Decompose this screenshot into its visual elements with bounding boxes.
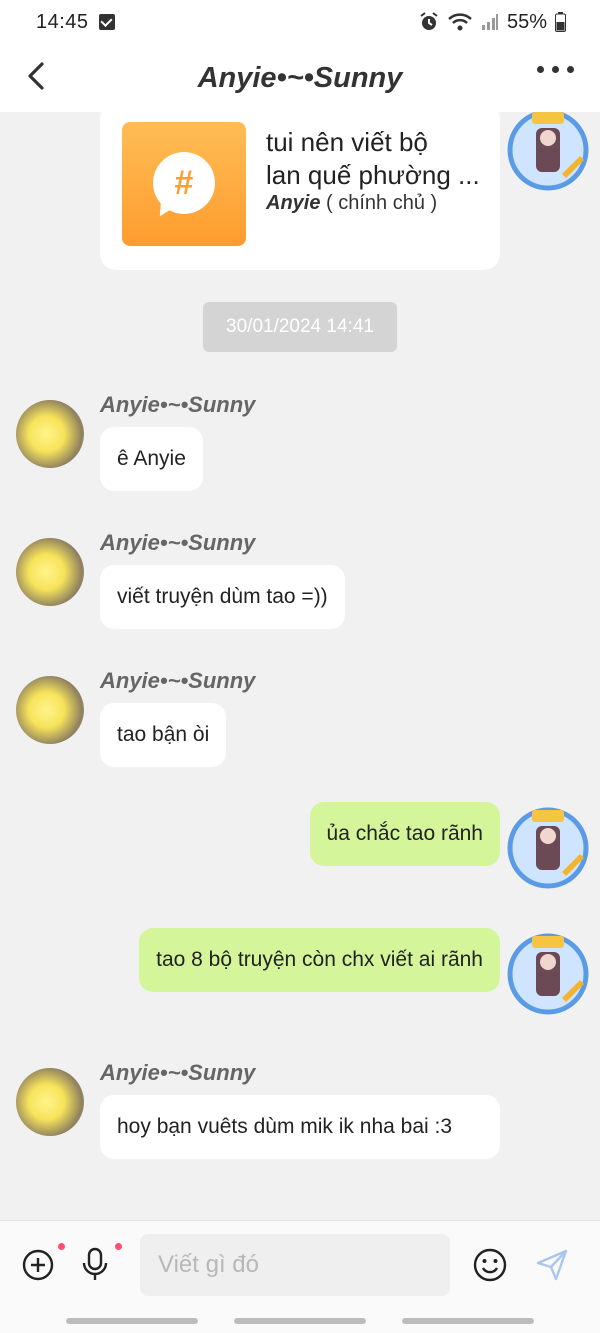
timestamp-divider: 30/01/2024 14:41 <box>203 302 397 352</box>
sender-name: Anyie•~•Sunny <box>100 530 256 555</box>
battery-icon <box>555 12 566 32</box>
hashtag-icon: # <box>153 152 215 214</box>
sender-name: Anyie•~•Sunny <box>100 1060 256 1085</box>
story-thumbnail: # <box>122 122 246 246</box>
sender-avatar[interactable] <box>16 676 84 744</box>
system-navigation-bar <box>0 1310 600 1333</box>
sender-name: Anyie•~•Sunny <box>100 668 256 693</box>
sender-name: Anyie•~•Sunny <box>100 392 256 417</box>
more-options-icon[interactable] <box>537 66 574 73</box>
add-circle-icon[interactable] <box>22 1249 54 1281</box>
alarm-icon <box>420 12 438 30</box>
wifi-icon <box>448 13 472 31</box>
my-avatar[interactable] <box>506 932 590 1016</box>
status-bar: 14:45 55% <box>0 0 600 44</box>
microphone-icon[interactable] <box>80 1247 110 1283</box>
my-message-bubble[interactable]: tao 8 bộ truyện còn chx viết ai rãnh <box>139 928 500 992</box>
back-arrow-icon[interactable] <box>20 58 60 98</box>
sender-avatar[interactable] <box>16 538 84 606</box>
status-time: 14:45 <box>36 10 89 33</box>
notification-dot <box>58 1243 65 1250</box>
story-title: tui nên viết bộ lan quế phường ... <box>266 127 480 190</box>
chat-header: Anyie•~•Sunny <box>0 44 600 112</box>
sender-avatar[interactable] <box>16 1068 84 1136</box>
my-avatar[interactable] <box>506 806 590 890</box>
message-bubble[interactable]: ê Anyie <box>100 427 203 491</box>
notification-dot <box>115 1243 122 1250</box>
signal-icon <box>481 14 498 30</box>
story-author: Anyie ( chính chủ ) <box>266 192 438 214</box>
send-icon[interactable] <box>534 1247 570 1283</box>
shared-story-card[interactable]: # tui nên viết bộ lan quế phường ... Any… <box>100 112 500 270</box>
message-list[interactable]: # tui nên viết bộ lan quế phường ... Any… <box>0 112 600 1220</box>
message-bubble[interactable]: tao bận òi <box>100 703 227 767</box>
message-composer: Viết gì đó <box>0 1220 600 1310</box>
writer-avatar[interactable] <box>506 112 590 192</box>
battery-percent: 55% <box>506 10 547 33</box>
chat-title: Anyie•~•Sunny <box>197 61 403 94</box>
my-message-bubble[interactable]: ủa chắc tao rãnh <box>309 802 500 866</box>
sender-avatar[interactable] <box>16 400 84 468</box>
notification-check-icon <box>98 14 115 30</box>
message-input[interactable]: Viết gì đó <box>140 1234 450 1296</box>
message-bubble[interactable]: hoy bạn vuêts dùm mik ik nha bai :3 <box>100 1095 500 1159</box>
emoji-icon[interactable] <box>472 1247 508 1283</box>
message-bubble[interactable]: viết truyện dùm tao =)) <box>100 565 345 629</box>
